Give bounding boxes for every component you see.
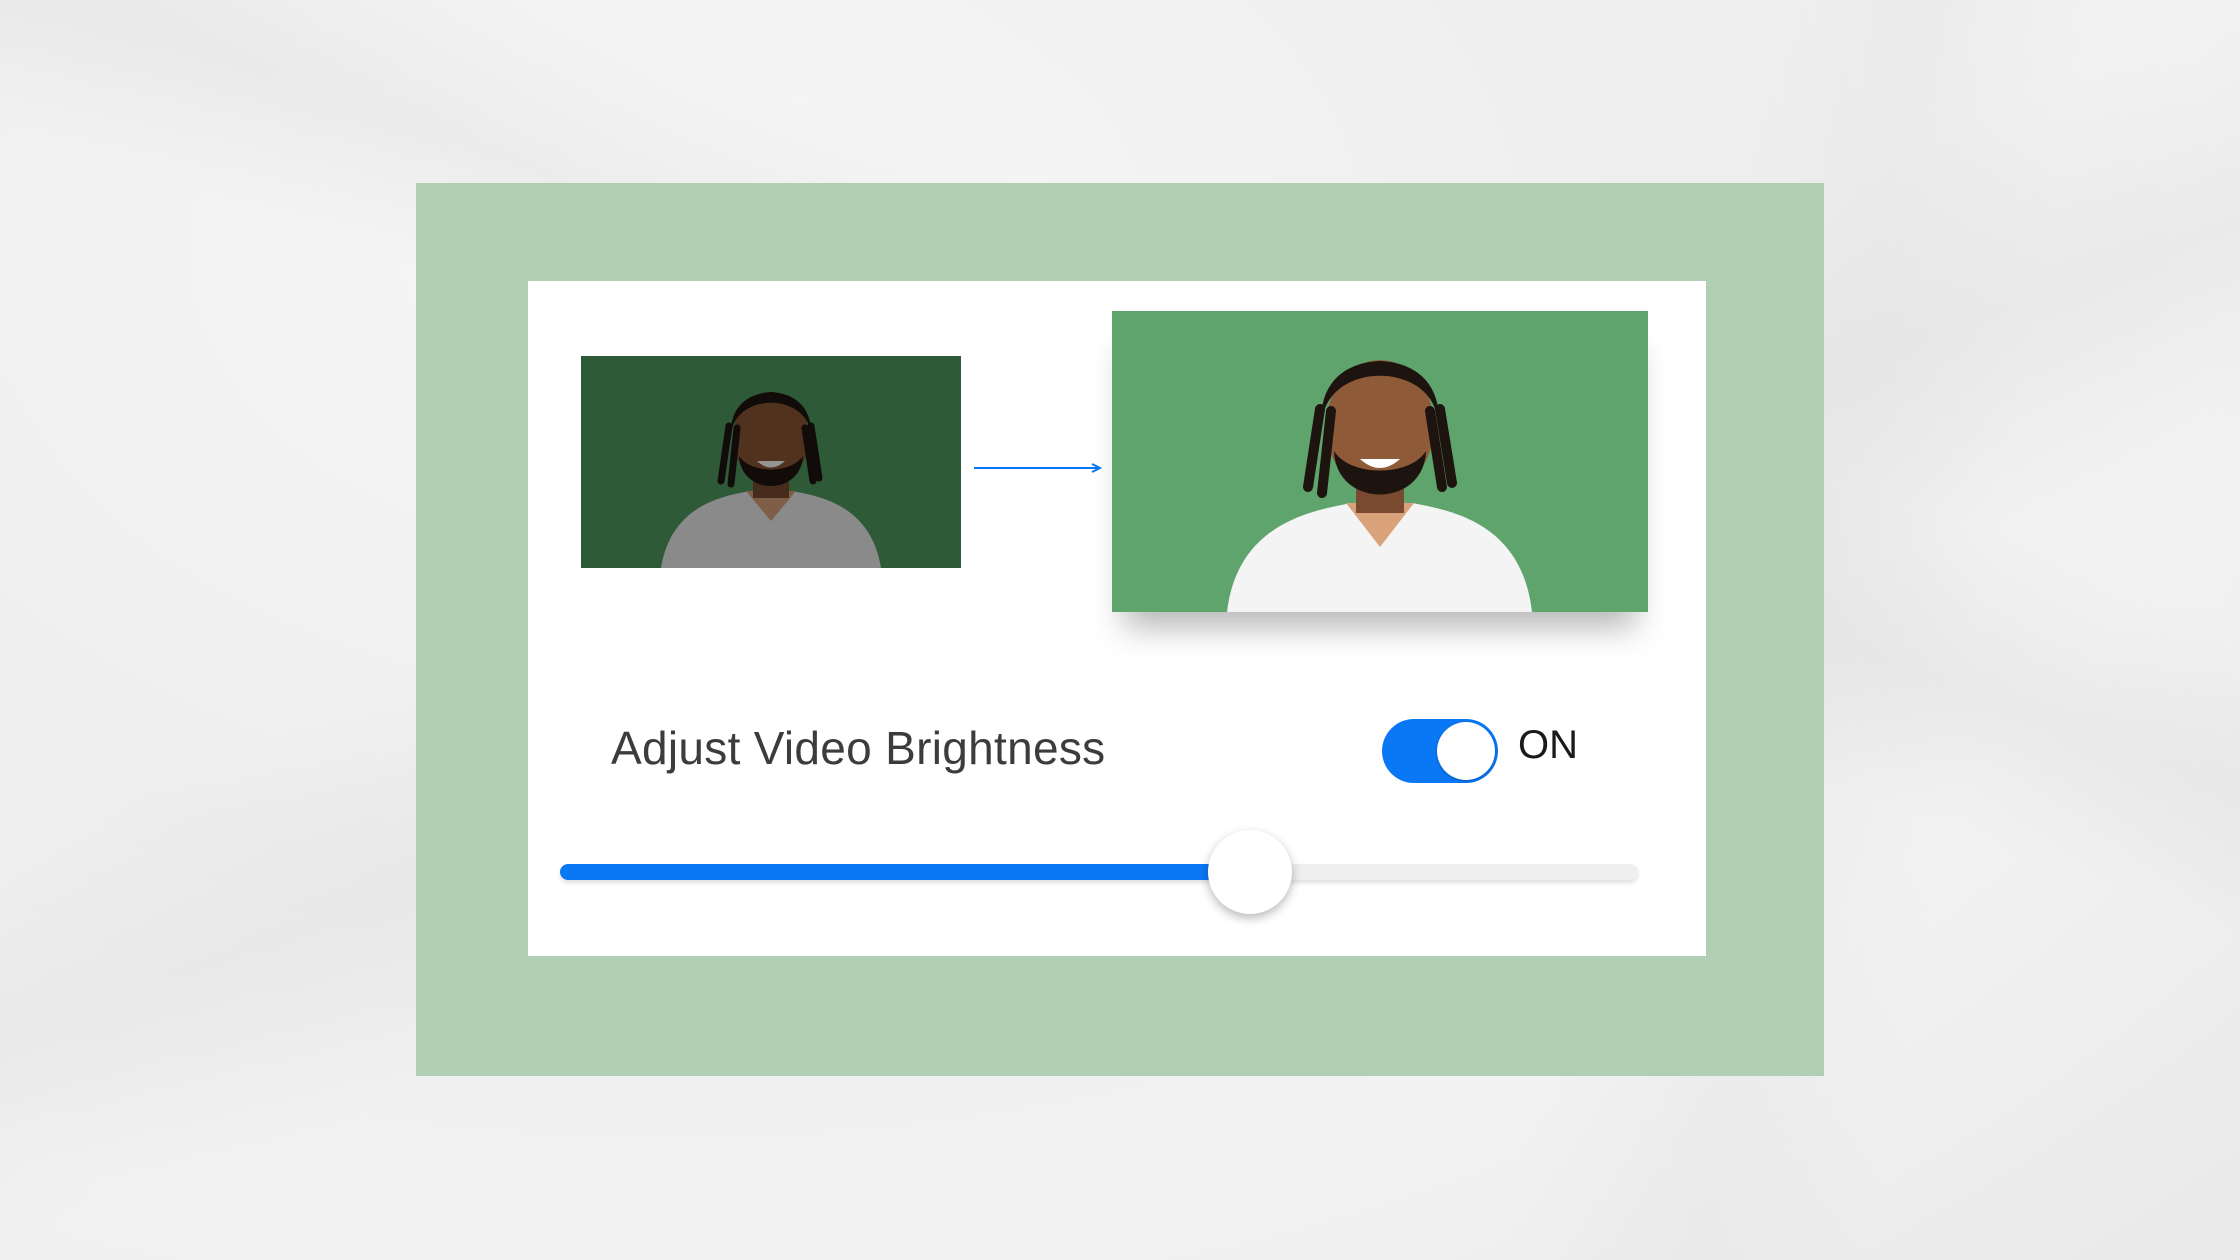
slider-fill <box>560 864 1250 880</box>
person-before-illustration <box>581 356 961 568</box>
person-after-illustration <box>1112 311 1648 612</box>
preview-after-image <box>1112 311 1648 612</box>
brightness-slider[interactable] <box>560 830 1638 914</box>
slider-thumb[interactable] <box>1207 830 1292 914</box>
toggle-knob <box>1437 722 1495 780</box>
brightness-card: Adjust Video Brightness ON <box>528 281 1706 956</box>
page-title: Adjust Video Brightness <box>611 722 1106 774</box>
toggle-status-label: ON <box>1518 723 1578 767</box>
brightness-toggle[interactable] <box>1382 719 1498 783</box>
preview-before-image <box>581 356 961 568</box>
arrow-right-icon <box>974 463 1103 473</box>
